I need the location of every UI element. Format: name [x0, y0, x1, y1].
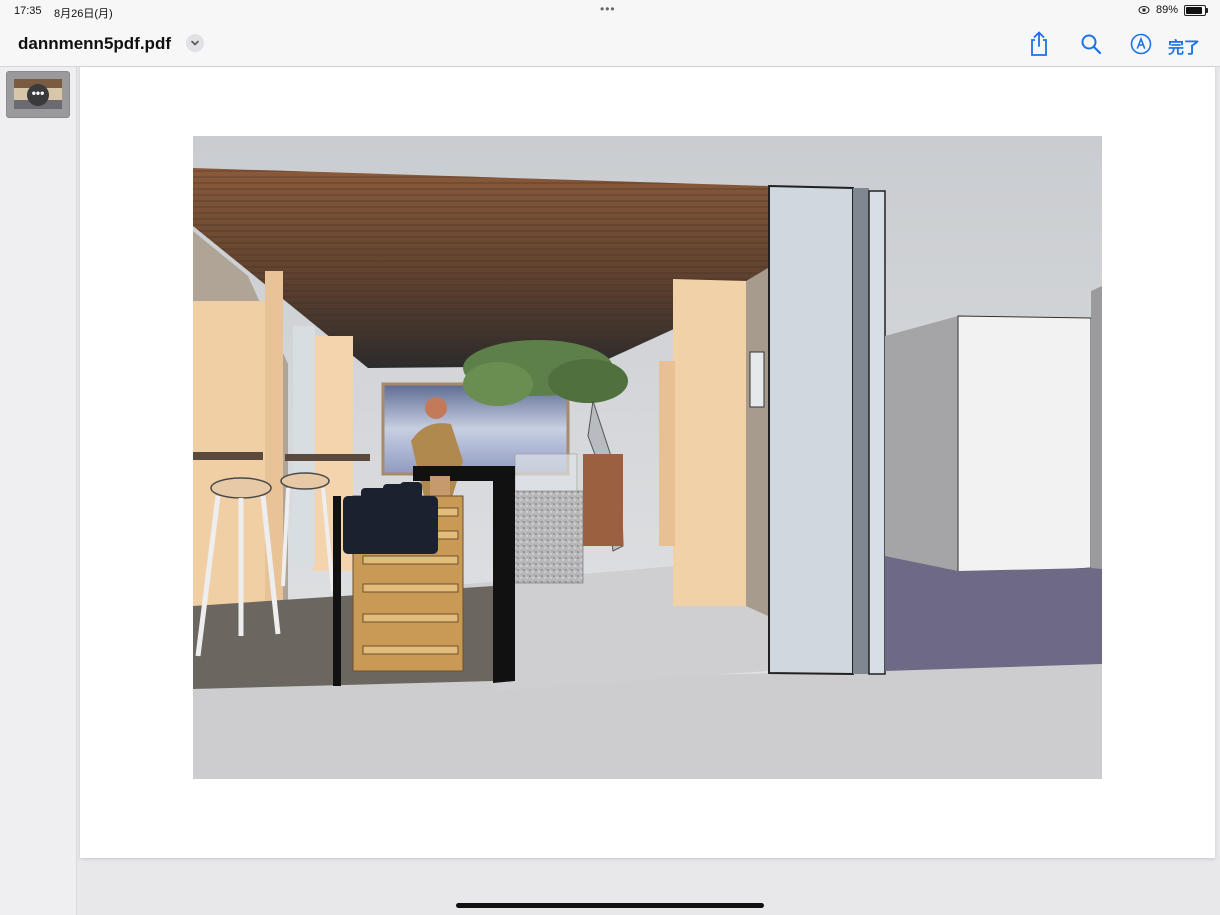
- battery-fill: [1186, 6, 1203, 14]
- share-icon[interactable]: [1027, 31, 1051, 57]
- search-icon[interactable]: [1079, 31, 1103, 57]
- markup-icon[interactable]: [1129, 31, 1153, 57]
- battery-icon: [1184, 4, 1208, 16]
- home-indicator[interactable]: [456, 903, 764, 908]
- nav-bar: dannmenn5pdf.pdf 完了: [0, 22, 1220, 67]
- pdf-page: [80, 67, 1215, 858]
- status-bar: 17:35 8月26日(月) ••• 89%: [0, 0, 1220, 22]
- multitasking-dots-icon[interactable]: •••: [600, 2, 616, 16]
- rotation-lock-icon: [1138, 6, 1150, 14]
- thumbnail-sidebar: •••: [0, 67, 77, 915]
- interior-rendering-image: [193, 136, 1102, 779]
- document-title[interactable]: dannmenn5pdf.pdf: [18, 34, 171, 54]
- chevron-down-icon[interactable]: [186, 34, 204, 52]
- status-right: 89%: [1138, 4, 1208, 16]
- done-button[interactable]: 完了: [1168, 34, 1200, 58]
- status-date: 8月26日(月): [54, 8, 113, 20]
- more-options-icon[interactable]: •••: [27, 84, 49, 106]
- status-time: 17:35: [14, 5, 42, 17]
- battery-percent: 89%: [1155, 4, 1178, 16]
- page-thumbnail-1[interactable]: •••: [6, 71, 70, 118]
